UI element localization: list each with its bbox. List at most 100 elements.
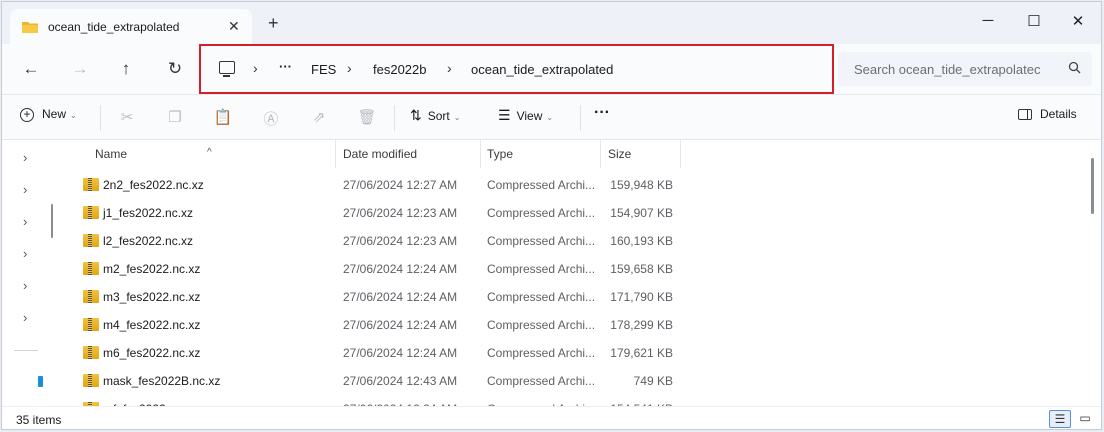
chevron-down-icon: ⌄ [70,111,77,120]
file-type: Compressed Archi... [487,374,596,388]
file-type: Compressed Archi... [487,346,596,360]
zip-archive-icon [83,262,99,275]
column-divider[interactable] [480,140,481,168]
paste-icon[interactable]: 📋 [213,108,233,126]
delete-icon[interactable]: 🗑 [357,108,377,126]
expand-chevron-icon[interactable]: › [23,310,27,325]
file-row[interactable]: m2_fes2022.nc.xz 27/06/2024 12:24 AM Compr… [62,255,682,283]
command-bar: + New ⌄ ✂ ❐ 📋 Ⓐ ⇗ 🗑 ⇅ Sort ⌄ ☰ View ⌄ ··· Deta… [2,94,1101,140]
file-list: ^ Name Date modified Type Size 2n2_fes20… [62,140,1092,406]
breadcrumb-fes2022b[interactable]: fes2022b [373,62,427,77]
column-header-name[interactable]: Name [95,147,127,161]
details-view-icon[interactable]: ☰ [1049,410,1071,428]
folder-icon [22,22,38,33]
this-pc-icon[interactable] [219,61,235,77]
new-button[interactable]: + New ⌄ [20,107,77,122]
toolbar-divider [394,105,395,131]
file-date-modified: 27/06/2024 12:23 AM [343,234,458,248]
tab-title: ocean_tide_extrapolated [48,20,180,34]
file-row[interactable]: 2n2_fes2022.nc.xz 27/06/2024 12:27 AM Comp… [62,171,682,199]
maximize-button[interactable]: ☐ [1011,12,1057,32]
file-size: 159,948 KB [610,178,673,192]
file-name: 2n2_fes2022.nc.xz [103,178,204,192]
cut-icon[interactable]: ✂ [117,108,137,126]
file-date-modified: 27/06/2024 12:24 AM [343,346,458,360]
drive-icon[interactable] [38,376,43,387]
address-bar[interactable]: › ··· FES › fes2022b › ocean_tide_extrap… [199,44,834,94]
column-divider[interactable] [335,140,336,168]
view-icon: ☰ [498,107,511,123]
forward-button[interactable]: → [69,59,91,79]
refresh-button[interactable]: ↻ [164,59,186,79]
file-size: 178,299 KB [610,318,673,332]
zip-archive-icon [83,374,99,387]
file-list-scrollbar[interactable] [1091,158,1094,214]
close-tab-icon[interactable]: ✕ [228,18,240,35]
more-options-button[interactable]: ··· [594,104,610,122]
expand-chevron-icon[interactable]: › [23,246,27,261]
column-header-size[interactable]: Size [608,147,631,161]
copy-icon[interactable]: ❐ [165,108,185,126]
file-type: Compressed Archi... [487,206,596,220]
sort-label: Sort [427,109,450,123]
column-header-type[interactable]: Type [487,147,513,161]
nav-pane-scrollbar[interactable] [51,204,53,238]
file-name: l2_fes2022.nc.xz [103,234,194,248]
view-label: View [516,109,543,123]
search-box[interactable]: Search ocean_tide_extrapolatec [838,52,1092,86]
breadcrumb-overflow[interactable]: ··· [279,59,292,74]
new-tab-button[interactable]: + [268,14,279,32]
file-row[interactable]: m6_fes2022.nc.xz 27/06/2024 12:24 AM Compr… [62,339,682,367]
expand-chevron-icon[interactable]: › [23,182,27,197]
chevron-right-icon[interactable]: › [447,60,452,76]
toolbar-divider [580,105,581,131]
details-label: Details [1040,107,1077,121]
nav-pane-divider [14,350,38,351]
sort-button[interactable]: ⇅ Sort ⌄ [410,107,460,124]
plus-circle-icon: + [20,107,34,122]
file-row[interactable]: m4_fes2022.nc.xz 27/06/2024 12:24 AM Compr… [62,311,682,339]
breadcrumb-current-folder[interactable]: ocean_tide_extrapolated [471,62,613,77]
chevron-right-icon[interactable]: › [347,60,352,76]
file-size: 749 KB [633,374,673,388]
share-icon[interactable]: ⇗ [309,108,329,126]
minimize-button[interactable]: ─ [965,12,1011,32]
back-button[interactable]: ← [20,59,42,79]
file-name: m4_fes2022.nc.xz [103,318,201,332]
tiles-view-icon[interactable]: ▭ [1074,410,1096,428]
file-row[interactable]: mf_fes2022.nc.xz27/06/2024 12:24 AMCompr… [62,395,682,406]
file-date-modified: 27/06/2024 12:23 AM [343,206,458,220]
file-row[interactable]: mask_fes2022B.nc.xz 27/06/2024 12:43 AM Co… [62,367,682,395]
file-type: Compressed Archi... [487,234,596,248]
tab-ocean-tide-extrapolated[interactable]: ocean_tide_extrapolated ✕ [10,9,252,44]
search-icon [1068,61,1081,74]
navigation-pane: › › › › › › [2,140,62,406]
details-button[interactable]: Details [1018,107,1077,121]
column-divider[interactable] [680,140,681,168]
up-button[interactable]: ↑ [115,59,137,79]
column-header-row: ^ Name Date modified Type Size [62,140,682,168]
expand-chevron-icon[interactable]: › [23,214,27,229]
chevron-right-icon[interactable]: › [253,60,258,76]
zip-archive-icon [83,318,99,331]
expand-chevron-icon[interactable]: › [23,278,27,293]
rename-icon[interactable]: Ⓐ [261,108,281,129]
file-size: 179,621 KB [610,346,673,360]
column-header-date[interactable]: Date modified [343,147,417,161]
sort-icon: ⇅ [410,107,422,123]
file-row[interactable]: l2_fes2022.nc.xz 27/06/2024 12:23 AM Compr… [62,227,682,255]
navigation-bar: ← → ↑ ↻ › ··· FES › fes2022b › ocean_tid… [2,44,1101,94]
new-label: New [42,107,67,121]
close-window-button[interactable]: ✕ [1055,12,1101,32]
file-date-modified: 27/06/2024 12:27 AM [343,178,458,192]
file-size: 171,790 KB [610,290,673,304]
file-row[interactable]: j1_fes2022.nc.xz 27/06/2024 12:23 AM Compr… [62,199,682,227]
file-row[interactable]: m3_fes2022.nc.xz 27/06/2024 12:24 AM Compr… [62,283,682,311]
breadcrumb-fes[interactable]: FES [311,62,336,77]
view-button[interactable]: ☰ View ⌄ [498,107,553,124]
expand-chevron-icon[interactable]: › [23,150,27,165]
file-date-modified: 27/06/2024 12:24 AM [343,290,458,304]
search-input[interactable]: Search ocean_tide_extrapolatec [854,62,1050,77]
toolbar-divider [100,105,101,131]
column-divider[interactable] [600,140,601,168]
